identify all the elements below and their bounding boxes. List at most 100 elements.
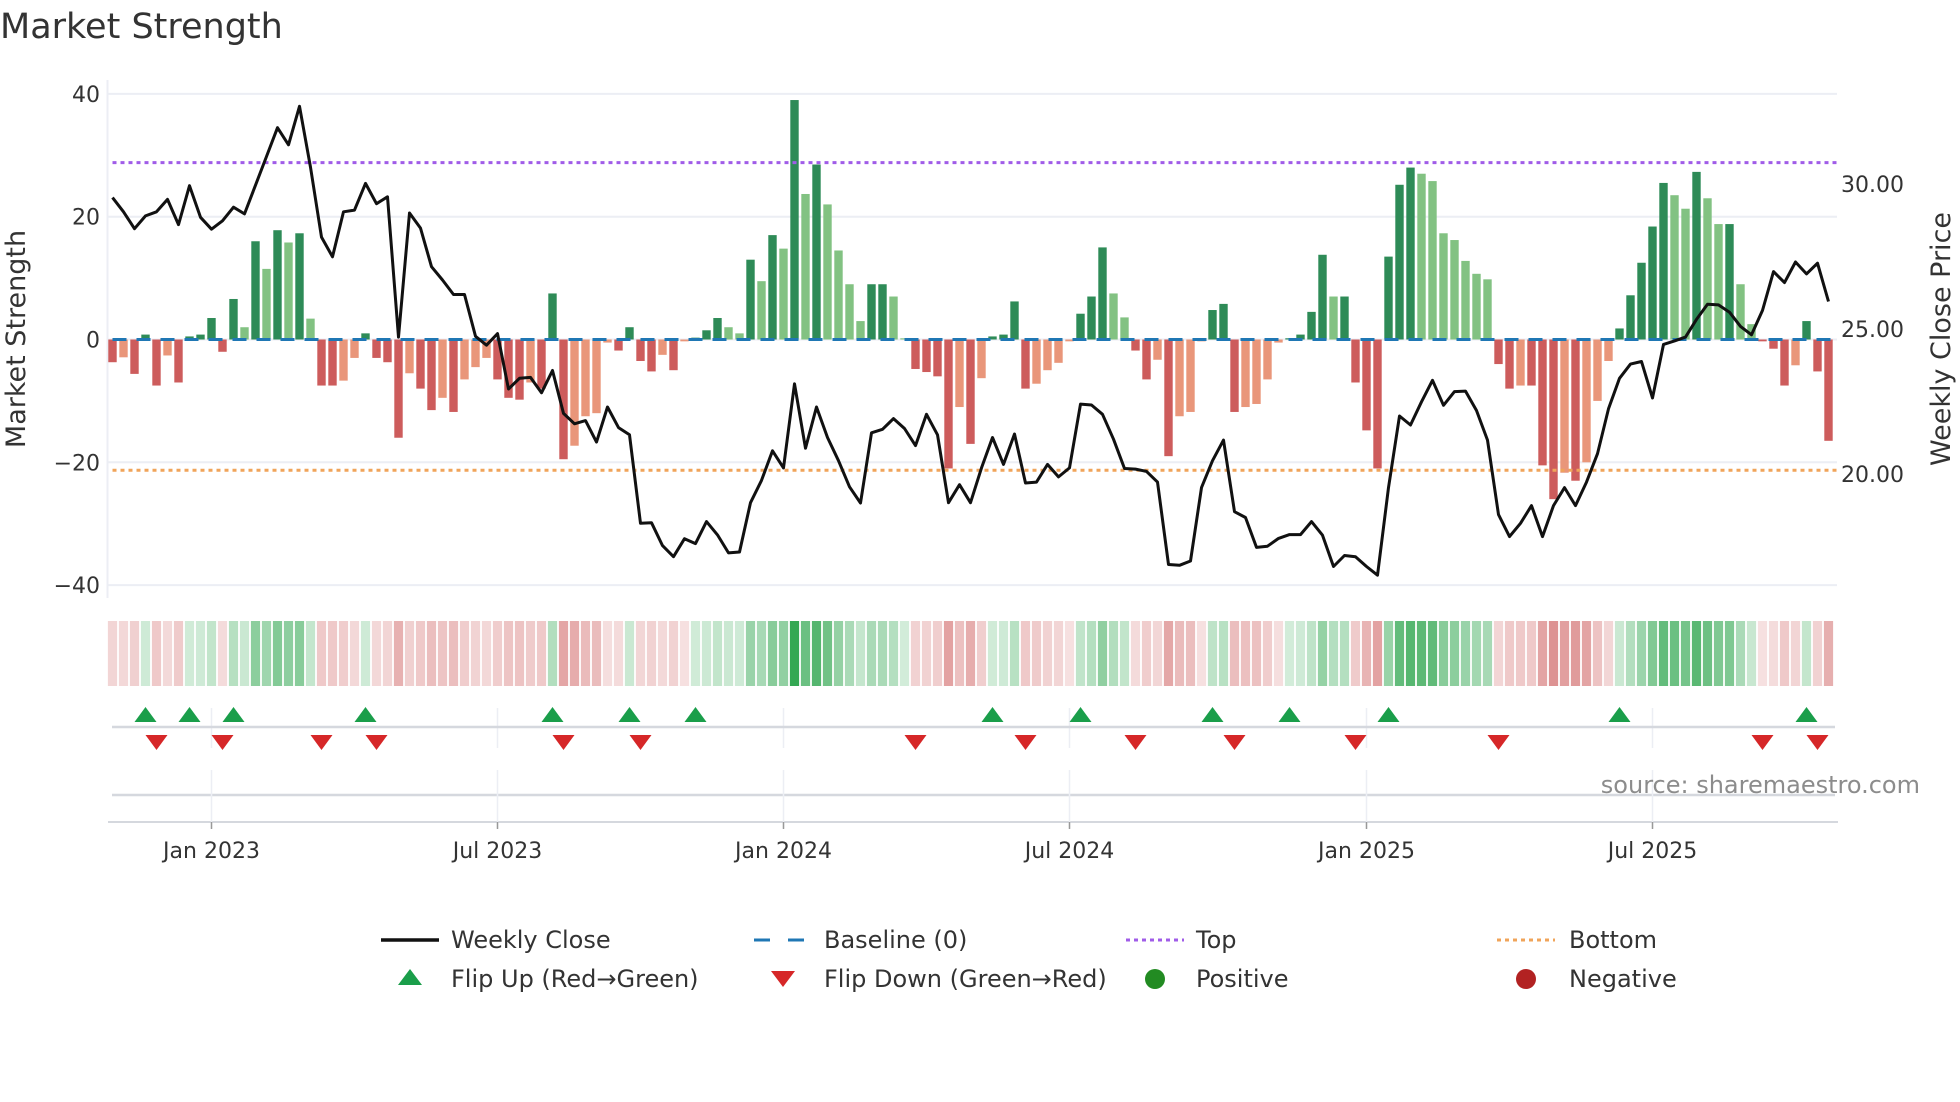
heat-cell <box>481 621 492 686</box>
strength-bar <box>1648 226 1657 340</box>
strength-bar <box>812 164 821 340</box>
strength-bar <box>1230 339 1239 412</box>
flip-up-marker <box>222 707 245 722</box>
strength-bar <box>1439 233 1448 340</box>
heat-cell <box>1636 621 1647 686</box>
strength-bar <box>955 339 964 408</box>
y-tick-label: 0 <box>86 329 100 354</box>
heat-cell <box>1262 621 1273 686</box>
strength-bar <box>1362 339 1371 431</box>
heat-cell <box>1284 621 1295 686</box>
strength-bar <box>581 339 590 417</box>
strength-bar <box>1736 284 1745 340</box>
strength-bar <box>911 339 920 369</box>
flip-up-marker <box>1069 707 1092 722</box>
heat-cell <box>426 621 437 686</box>
strength-bar <box>1637 262 1646 340</box>
heat-cell <box>1130 621 1141 686</box>
heat-cell <box>1669 621 1680 686</box>
heat-cell <box>547 621 558 686</box>
heat-cell <box>679 621 690 686</box>
heat-cell <box>151 621 162 686</box>
y-tick-label: −20 <box>54 451 100 476</box>
heat-cell <box>1614 621 1625 686</box>
strength-bar <box>174 339 183 383</box>
strength-bar <box>801 193 810 340</box>
heat-cell <box>745 621 756 686</box>
heat-cell <box>1251 621 1262 686</box>
strength-bar <box>295 233 304 340</box>
heat-cell <box>1548 621 1559 686</box>
heat-cell <box>1559 621 1570 686</box>
heat-cell <box>371 621 382 686</box>
strength-bar <box>1076 313 1085 340</box>
heat-cell <box>943 621 954 686</box>
heat-cell <box>349 621 360 686</box>
heat-cell <box>1009 621 1020 686</box>
legend-label: Bottom <box>1569 926 1657 954</box>
strength-bar <box>328 339 337 386</box>
heat-cell <box>437 621 448 686</box>
heat-cell <box>1416 621 1427 686</box>
strength-bar <box>273 230 282 340</box>
heat-cell <box>1185 621 1196 686</box>
heat-cell <box>1405 621 1416 686</box>
heat-cell <box>272 621 283 686</box>
heat-cell <box>1075 621 1086 686</box>
strength-bar <box>1670 195 1679 340</box>
heat-cell <box>1394 621 1405 686</box>
flip-up-marker <box>178 707 201 722</box>
strength-bar <box>977 339 986 379</box>
heat-cell <box>580 621 591 686</box>
heat-cell <box>459 621 470 686</box>
strength-bar <box>724 327 733 340</box>
strength-bar <box>834 250 843 340</box>
strength-bar <box>1516 339 1525 386</box>
heat-cell <box>1801 621 1812 686</box>
strength-bar <box>1241 339 1250 408</box>
heat-cell <box>294 621 305 686</box>
heat-cell <box>261 621 272 686</box>
heat-cell <box>624 621 635 686</box>
strength-bar <box>537 339 546 389</box>
flip-down-marker <box>1344 735 1367 750</box>
strength-bar <box>1208 310 1217 340</box>
strength-bar <box>1780 339 1789 386</box>
flip-down-marker <box>1223 735 1246 750</box>
flip-down-marker <box>1751 735 1774 750</box>
heat-cell <box>591 621 602 686</box>
heat-cell <box>1196 621 1207 686</box>
strength-bar <box>570 339 579 446</box>
heat-cell <box>844 621 855 686</box>
flip-up-marker <box>684 707 707 722</box>
strength-bar <box>669 339 678 371</box>
heat-cell <box>976 621 987 686</box>
heat-cell <box>1790 621 1801 686</box>
heat-cell <box>250 621 261 686</box>
strength-bar <box>427 339 436 411</box>
y-tick-label: 40 <box>72 83 100 108</box>
strength-bar <box>372 339 381 358</box>
strength-bar <box>1373 339 1382 469</box>
triangle-up-icon <box>398 969 422 985</box>
heat-cell <box>118 621 129 686</box>
heat-cell <box>162 621 173 686</box>
strength-bar <box>163 339 172 356</box>
strength-bar <box>262 268 271 340</box>
heat-cell <box>712 621 723 686</box>
heat-cell <box>1163 621 1174 686</box>
heat-cell <box>1427 621 1438 686</box>
strength-bar <box>229 298 238 340</box>
strength-bar <box>1098 247 1107 340</box>
heat-cell <box>382 621 393 686</box>
heat-cell <box>899 621 910 686</box>
flip-up-marker <box>541 707 564 722</box>
heat-cell <box>822 621 833 686</box>
heat-cell <box>855 621 866 686</box>
flip-down-marker <box>1014 735 1037 750</box>
heat-cell <box>393 621 404 686</box>
heat-cell <box>492 621 503 686</box>
heat-cell <box>1603 621 1614 686</box>
heat-cell <box>1647 621 1658 686</box>
heat-cell <box>129 621 140 686</box>
